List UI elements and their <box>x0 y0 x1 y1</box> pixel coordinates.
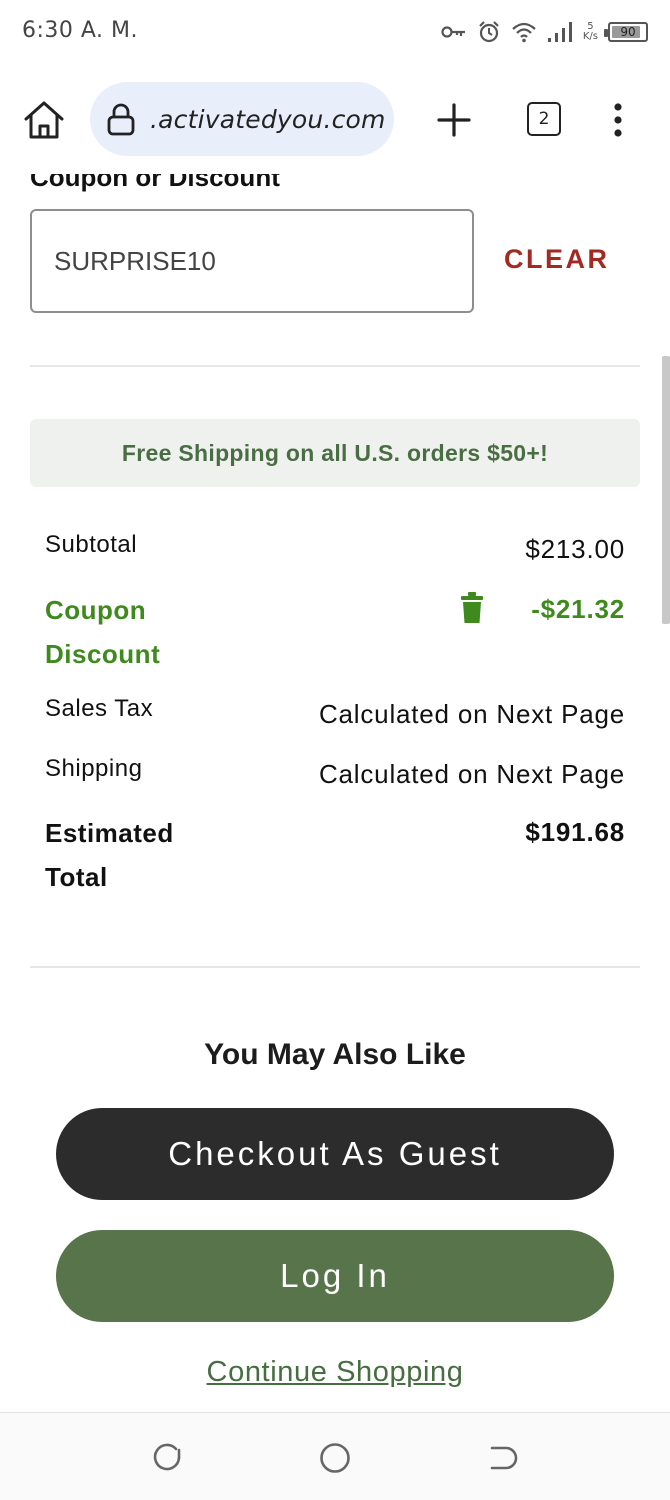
scrollbar[interactable] <box>662 356 670 624</box>
alarm-icon <box>479 21 499 43</box>
coupon-discount-value: -$21.32 <box>531 594 625 624</box>
subtotal-label: Subtotal <box>45 531 138 558</box>
tab-switcher-button[interactable]: 2 <box>527 102 561 136</box>
browser-toolbar: .activatedyou.com 2 <box>0 64 670 174</box>
sales-tax-value: Calculated on Next Page <box>318 699 625 729</box>
lock-icon <box>107 103 135 136</box>
system-nav-bar <box>0 1412 670 1500</box>
shipping-label: Shipping <box>45 755 143 782</box>
signal-icon <box>547 22 572 42</box>
tab-count: 2 <box>538 109 550 129</box>
continue-shopping-link[interactable]: Continue Shopping <box>0 1356 670 1389</box>
subtotal-value: $213.00 <box>525 534 625 564</box>
coupon-code-input[interactable] <box>30 209 474 313</box>
wifi-icon <box>512 22 536 43</box>
network-speed: 5 K/s <box>582 21 598 42</box>
status-icons: 5 K/s 90 <box>441 20 648 44</box>
new-tab-icon[interactable] <box>434 100 474 140</box>
estimated-total-label: Estimated Total <box>45 818 174 892</box>
battery-icon: 90 <box>604 22 648 42</box>
coupon-discount-label: Coupon Discount <box>45 595 161 669</box>
you-may-also-like-heading: You May Also Like <box>204 1038 466 1071</box>
log-in-button[interactable]: Log In <box>56 1230 614 1322</box>
url-text: .activatedyou.com <box>150 104 386 134</box>
divider <box>30 966 640 968</box>
free-shipping-banner: Free Shipping on all U.S. orders $50+! <box>30 419 640 487</box>
estimated-total-value: $191.68 <box>525 817 625 847</box>
status-bar: 6:30 A. M. 5 K/s 90 <box>0 0 670 64</box>
sales-tax-label: Sales Tax <box>45 695 154 722</box>
address-bar[interactable]: .activatedyou.com <box>90 82 394 156</box>
recents-icon[interactable] <box>150 1441 184 1475</box>
home-circle-icon[interactable] <box>318 1441 352 1475</box>
shipping-value: Calculated on Next Page <box>318 759 625 789</box>
more-options-icon[interactable] <box>604 100 632 140</box>
battery-level: 90 <box>620 25 636 39</box>
home-icon[interactable] <box>22 98 66 142</box>
trash-icon[interactable] <box>460 592 484 624</box>
back-icon[interactable] <box>486 1441 520 1475</box>
checkout-as-guest-button[interactable]: Checkout As Guest <box>56 1108 614 1200</box>
divider <box>30 365 640 367</box>
vpn-key-icon <box>441 26 465 38</box>
status-time: 6:30 A. M. <box>22 18 139 43</box>
clear-coupon-button[interactable]: CLEAR <box>504 244 610 275</box>
